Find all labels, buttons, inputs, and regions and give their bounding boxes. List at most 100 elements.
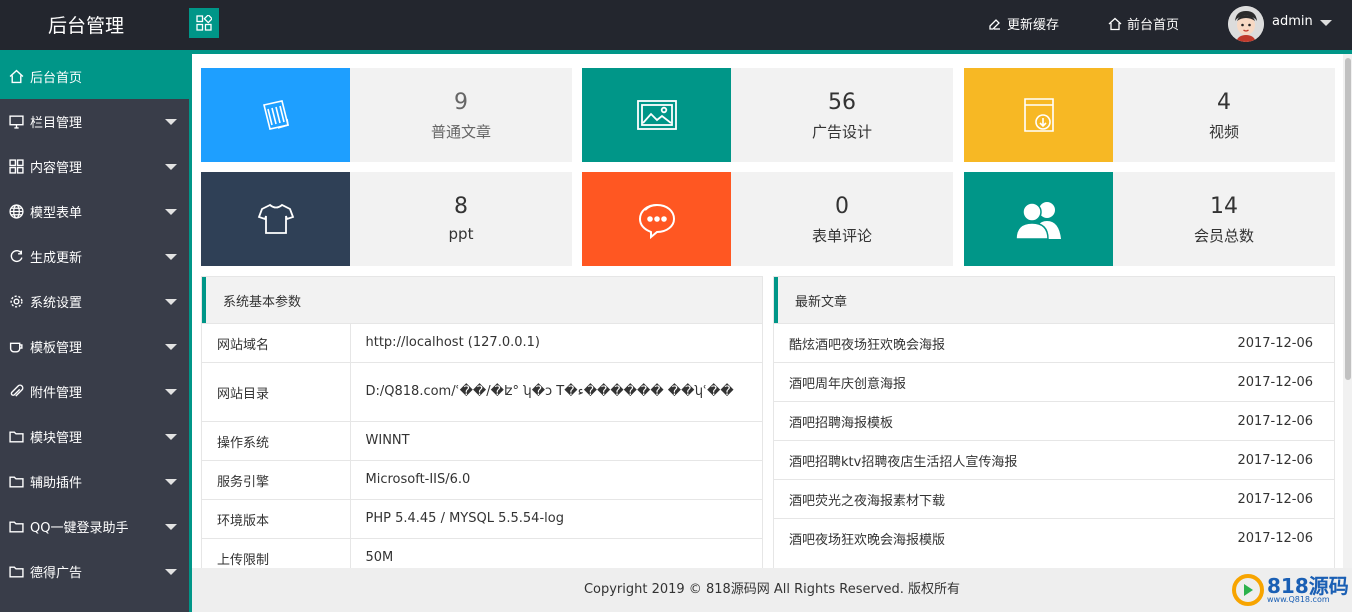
stat-label: 会员总数 [1193,227,1254,245]
info-value: D:/Q818.com/ʿ��/�ʫ° ʮ�ɔ T�ء������ ��ʮʿ�� [350,362,762,422]
sidebar-item-attachments[interactable]: 附件管理 [0,369,189,414]
article-date: 2017-12-06 [1237,374,1313,390]
article-title-link[interactable]: 酷炫酒吧夜场狂欢晚会海报 [789,334,945,353]
chat-icon [582,172,731,266]
sidebar: 后台首页 栏目管理 内容管理 模型表单 生成更新 系统设置 模板管理 附件管理 … [0,54,189,612]
info-key: 环境版本 [202,499,351,539]
stat-label: 视频 [1208,123,1239,141]
footer-copyright: Copyright 2019 © 818源码网 All Rights Reser… [192,568,1352,612]
stat-value: 56 [828,90,856,115]
chevron-down-icon [165,299,177,305]
sidebar-item-label: 栏目管理 [30,116,83,131]
stat-label: 普通文章 [430,123,491,141]
info-value: PHP 5.4.45 / MYSQL 5.5.54-log [350,499,762,539]
system-info-table: 网站域名 http://localhost (127.0.0.1) 网站目录 D… [202,323,762,568]
info-key: 上传限制 [202,538,351,568]
article-title-link[interactable]: 酒吧夜场狂欢晚会海报模版 [789,529,945,548]
info-key: 网站域名 [202,323,351,363]
sidebar-item-home[interactable]: 后台首页 [0,54,189,99]
system-info-panel: 系统基本参数 网站域名 http://localhost (127.0.0.1)… [201,276,763,568]
info-key: 网站目录 [202,362,351,422]
image-icon [582,68,731,162]
sidebar-item-label: 辅助插件 [30,476,83,491]
sidebar-item-model-forms[interactable]: 模型表单 [0,189,189,234]
app-logo[interactable]: 后台管理 [48,11,124,38]
table-row: 上传限制 50M [202,538,762,568]
sidebar-item-label: QQ一键登录助手 [30,521,129,536]
chevron-down-icon [165,344,177,350]
refresh-cache-link[interactable]: 更新缓存 [988,14,1059,33]
user-menu-caret-icon[interactable] [1320,20,1332,26]
table-row: 服务引擎 Microsoft-IIS/6.0 [202,460,762,500]
latest-articles-panel: 最新文章 酷炫酒吧夜场狂欢晚会海报 2017-12-06 酒吧周年庆创意海报 2… [773,276,1335,568]
sidebar-item-content[interactable]: 内容管理 [0,144,189,189]
info-value: WINNT [350,421,762,461]
sidebar-item-settings[interactable]: 系统设置 [0,279,189,324]
gear-icon [8,294,24,310]
home-icon [1108,17,1122,30]
grid-icon [8,159,24,175]
article-date: 2017-12-06 [1237,491,1313,507]
user-name[interactable]: admin [1272,14,1313,29]
article-title-link[interactable]: 酒吧周年庆创意海报 [789,373,906,392]
stat-label: 表单评论 [811,227,872,245]
chevron-down-icon [165,389,177,395]
stat-value: 0 [835,194,849,219]
article-title-link[interactable]: 酒吧荧光之夜海报素材下载 [789,490,945,509]
stat-card-video[interactable]: 4 视频 [964,68,1335,162]
sidebar-item-generate[interactable]: 生成更新 [0,234,189,279]
home-icon [8,69,24,85]
sidebar-item-label: 模型表单 [30,206,83,221]
list-item[interactable]: 酒吧夜场狂欢晚会海报模版 2017-12-06 [774,518,1334,557]
stat-card-ad-design[interactable]: 56 广告设计 [582,68,953,162]
main-scrollbar-thumb[interactable] [1345,58,1351,380]
sidebar-item-qq-login[interactable]: QQ一键登录助手 [0,504,189,549]
chevron-down-icon [165,254,177,260]
sidebar-item-label: 模块管理 [30,431,83,446]
article-title-link[interactable]: 酒吧招聘ktv招聘夜店生活招人宣传海报 [789,451,1017,470]
sidebar-item-ads[interactable]: 德得广告 [0,549,189,594]
folder-icon [8,429,24,445]
front-home-link[interactable]: 前台首页 [1108,14,1179,33]
stat-value: 8 [454,194,468,219]
folder-icon [8,564,24,580]
sidebar-item-plugins[interactable]: 辅助插件 [0,459,189,504]
stat-card-members[interactable]: 14 会员总数 [964,172,1335,266]
list-item[interactable]: 酷炫酒吧夜场狂欢晚会海报 2017-12-06 [774,323,1334,362]
globe-icon [8,204,24,220]
front-home-label: 前台首页 [1127,18,1180,33]
article-title-link[interactable]: 酒吧招聘海报模板 [789,412,893,431]
list-item[interactable]: 酒吧招聘海报模板 2017-12-06 [774,401,1334,440]
user-avatar[interactable] [1228,6,1264,42]
stat-card-articles[interactable]: 9 普通文章 [201,68,572,162]
sidebar-item-modules[interactable]: 模块管理 [0,414,189,459]
stat-value: 14 [1210,194,1238,219]
info-value: Microsoft-IIS/6.0 [350,460,762,500]
folder-icon [8,519,24,535]
stat-value: 9 [454,90,468,115]
monitor-icon [8,114,24,130]
watermark-title: 818源码 [1267,574,1349,598]
cup-icon [8,339,24,355]
list-item[interactable]: 酒吧招聘ktv招聘夜店生活招人宣传海报 2017-12-06 [774,440,1334,479]
sidebar-item-columns[interactable]: 栏目管理 [0,99,189,144]
refresh-cache-label: 更新缓存 [1007,18,1060,33]
article-icon [201,68,350,162]
stat-label: 广告设计 [811,123,872,141]
list-item[interactable]: 酒吧荧光之夜海报素材下载 2017-12-06 [774,479,1334,518]
chevron-down-icon [165,524,177,530]
sidebar-item-templates[interactable]: 模板管理 [0,324,189,369]
stat-card-comments[interactable]: 0 表单评论 [582,172,953,266]
download-folder-icon [964,68,1113,162]
table-row: 操作系统 WINNT [202,421,762,461]
article-date: 2017-12-06 [1237,452,1313,468]
list-item[interactable]: 酒吧周年庆创意海报 2017-12-06 [774,362,1334,401]
stat-card-ppt[interactable]: 8 ppt [201,172,572,266]
sidebar-toggle-button[interactable] [189,8,219,38]
info-key: 操作系统 [202,421,351,461]
shirt-icon [201,172,350,266]
article-date: 2017-12-06 [1237,530,1313,546]
latest-articles-title: 最新文章 [774,277,1334,323]
users-icon [964,172,1113,266]
eraser-icon [989,18,1000,30]
